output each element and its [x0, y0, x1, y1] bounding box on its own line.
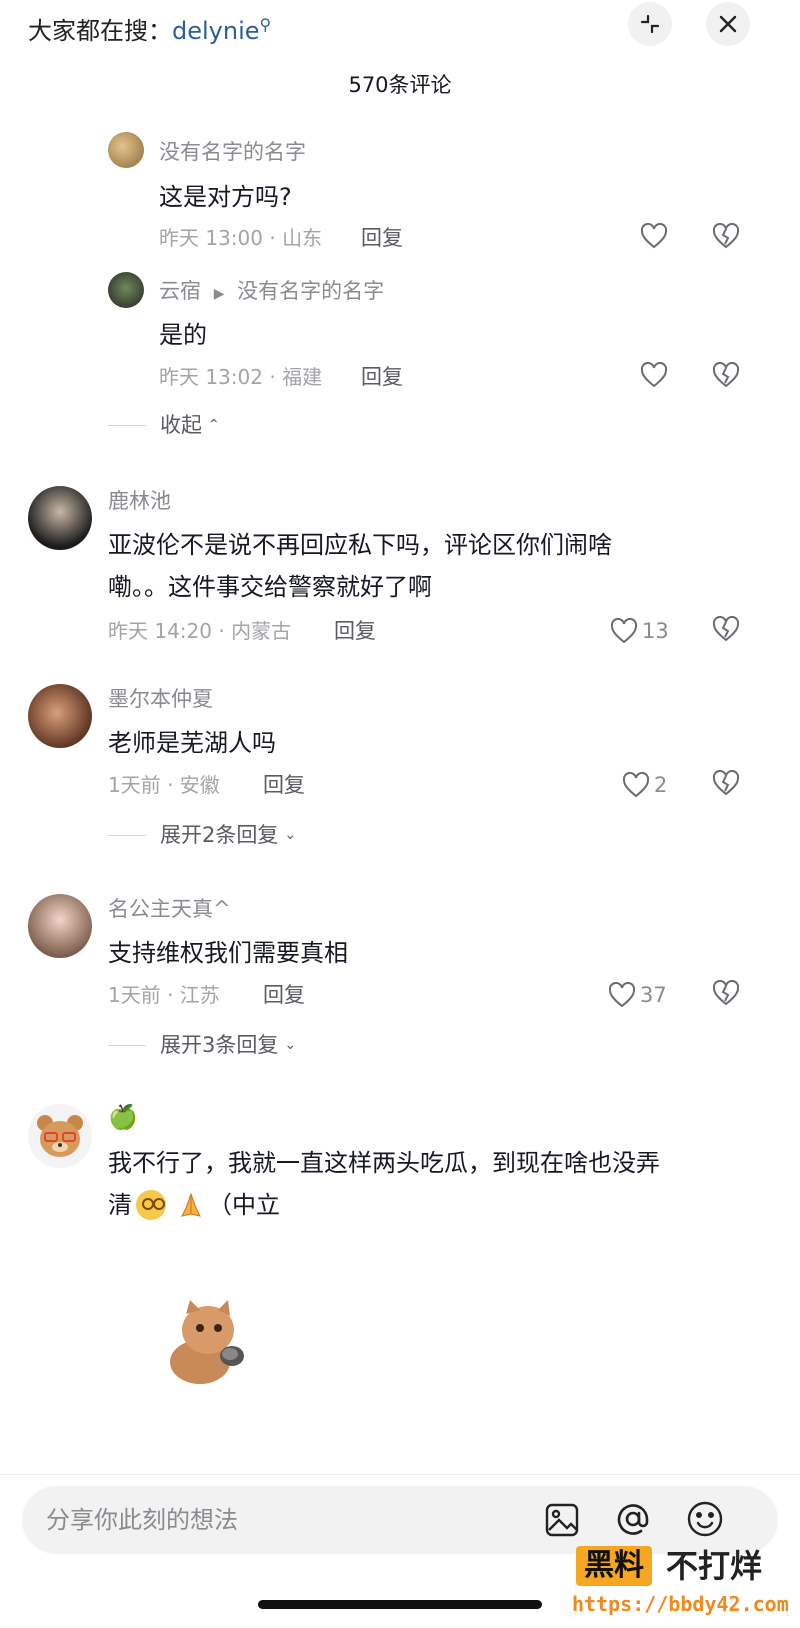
watermark-brand-b: 不打烊: [666, 1547, 763, 1585]
reply-button[interactable]: 回复: [361, 223, 403, 253]
chevron-down-icon: ⌄: [284, 827, 297, 843]
dislike-button[interactable]: [712, 615, 740, 646]
expand-label: 展开2条回复: [160, 823, 279, 847]
broken-heart-icon: [712, 769, 740, 796]
like-count: 13: [642, 619, 669, 643]
emoji-button[interactable]: [686, 1500, 724, 1542]
search-keyword[interactable]: delynie: [172, 17, 260, 45]
reply-header: 云宿 ▶ 没有名字的名字: [159, 276, 384, 309]
commenter-name[interactable]: 墨尔本仲夏: [108, 684, 213, 714]
comment-text: 老师是芜湖人吗: [108, 729, 276, 757]
search-icon: ⚲: [259, 15, 272, 34]
dislike-button[interactable]: [712, 979, 740, 1010]
comment-count-title: 570条评论: [348, 73, 452, 97]
comment-text-line: 我不行了，我就一直这样两头吃瓜，到现在啥也没弄: [108, 1149, 660, 1177]
divider-line: [108, 424, 146, 426]
like-count: 37: [640, 983, 667, 1007]
divider-line: [108, 1044, 146, 1046]
expand-replies[interactable]: 展开2条回复 ⌄: [108, 820, 296, 850]
heart-icon: [610, 618, 638, 644]
collapse-button[interactable]: [628, 2, 672, 46]
reply-to-name[interactable]: 没有名字的名字: [237, 279, 384, 303]
reply-button[interactable]: 回复: [263, 980, 305, 1010]
broken-heart-icon: [712, 222, 740, 249]
comment-text: 支持维权我们需要真相: [108, 939, 348, 967]
search-prefix: 大家都在搜：: [28, 17, 172, 45]
avatar[interactable]: [28, 486, 92, 550]
broken-heart-icon: [712, 979, 740, 1006]
comment-text-suffix: （中立: [208, 1191, 280, 1219]
chevron-down-icon: ⌄: [284, 1037, 297, 1053]
comment-meta: 昨天 13:00 · 山东: [159, 226, 323, 250]
comment-text-prefix: 清: [108, 1191, 132, 1219]
comment-input-placeholder[interactable]: 分享你此刻的想法: [46, 1503, 238, 1537]
dislike-button[interactable]: [712, 361, 740, 392]
reply-button[interactable]: 回复: [334, 616, 376, 646]
comment-text: 这是对方吗?: [159, 183, 292, 211]
close-icon: [719, 15, 737, 33]
avatar[interactable]: [28, 1104, 92, 1168]
divider-line: [108, 834, 146, 836]
heart-icon: [640, 223, 668, 249]
avatar[interactable]: [28, 894, 92, 958]
comment-text: 是的: [159, 321, 207, 349]
reply-button[interactable]: 回复: [263, 770, 305, 800]
minimize-icon: [640, 14, 660, 34]
commenter-name[interactable]: 没有名字的名字: [159, 137, 306, 167]
reply-button[interactable]: 回复: [361, 362, 403, 392]
comment-text-line: 亚波伦不是说不再回应私下吗，评论区你们闹啥: [108, 531, 612, 559]
bear-avatar-icon: [37, 1115, 83, 1157]
cat-sticker-icon: [170, 1300, 244, 1384]
comment-meta: 1天前 · 安徽: [108, 773, 220, 797]
dislike-button[interactable]: [712, 222, 740, 253]
like-button[interactable]: [640, 362, 668, 388]
at-mention-icon: [617, 1504, 649, 1535]
comment-meta: 1天前 · 江苏: [108, 983, 220, 1007]
like-button[interactable]: 13: [610, 616, 669, 646]
comment-meta: 昨天 14:20 · 内蒙古: [108, 619, 292, 643]
comment-meta: 昨天 13:02 · 福建: [159, 365, 323, 389]
image-icon: [545, 1503, 579, 1537]
expand-replies[interactable]: 展开3条回复 ⌄: [108, 1030, 296, 1060]
like-count: 2: [654, 773, 668, 797]
close-button[interactable]: [706, 2, 750, 46]
avatar[interactable]: [108, 272, 144, 308]
heart-icon: [608, 982, 636, 1008]
like-button[interactable]: 2: [622, 770, 667, 800]
dizzy-face-emoji-icon: [136, 1190, 166, 1220]
dislike-button[interactable]: [712, 769, 740, 800]
reply-arrow-icon: ▶: [213, 286, 225, 302]
image-button[interactable]: [544, 1502, 580, 1542]
collapse-replies[interactable]: 收起 ⌃: [108, 410, 220, 440]
like-button[interactable]: 37: [608, 980, 667, 1010]
broken-heart-icon: [712, 615, 740, 642]
folded-hands-emoji-icon: [176, 1190, 202, 1220]
watermark-brand-a: 黑料: [576, 1546, 652, 1586]
collapse-label: 收起: [160, 413, 202, 437]
home-indicator[interactable]: [258, 1600, 542, 1609]
smiley-icon: [687, 1501, 723, 1537]
commenter-name[interactable]: 🍏: [108, 1102, 138, 1132]
heart-icon: [622, 772, 650, 798]
comment-text-line: 嘞。。这件事交给警察就好了啊: [108, 573, 432, 601]
comment-text-line: 清 （中立: [108, 1184, 280, 1226]
watermark-url: https://bbdy42.com: [572, 1592, 789, 1616]
cat-sticker-image: [160, 1296, 256, 1388]
avatar[interactable]: [28, 684, 92, 748]
commenter-name[interactable]: 名公主天真^: [108, 894, 231, 924]
broken-heart-icon: [712, 361, 740, 388]
commenter-name[interactable]: 云宿: [159, 279, 201, 303]
heart-icon: [640, 362, 668, 388]
search-suggestion[interactable]: 大家都在搜：delynie⚲: [28, 8, 271, 48]
like-button[interactable]: [640, 223, 668, 249]
chevron-up-icon: ⌃: [208, 417, 220, 433]
commenter-name[interactable]: 鹿林池: [108, 486, 171, 516]
mention-button[interactable]: [614, 1500, 652, 1542]
avatar[interactable]: [108, 132, 144, 168]
expand-label: 展开3条回复: [160, 1033, 279, 1057]
